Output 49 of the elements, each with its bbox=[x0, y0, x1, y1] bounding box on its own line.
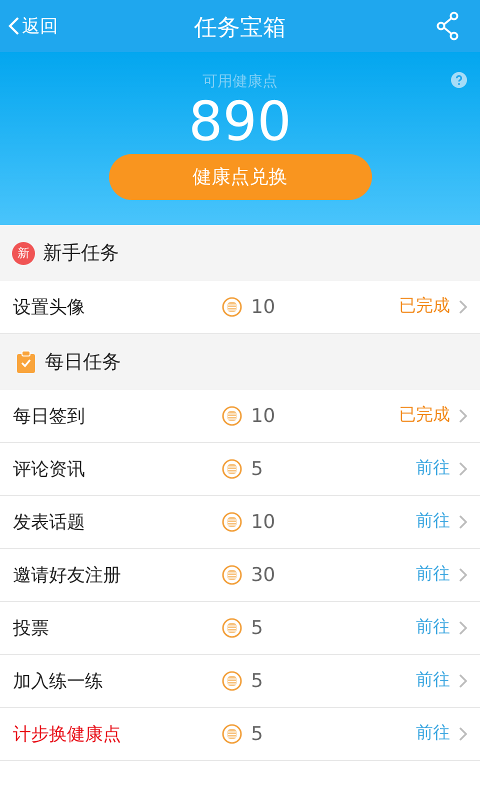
balance-label: 可用健康点 bbox=[202, 72, 278, 90]
task-status: 已完成 bbox=[399, 295, 450, 318]
points-value: 5 bbox=[251, 456, 264, 482]
section-title: 新手任务 bbox=[43, 240, 119, 266]
task-name: 邀请好友注册 bbox=[13, 564, 122, 588]
chevron-icon bbox=[458, 726, 468, 742]
task-name: 加入练一练 bbox=[13, 670, 104, 694]
chevron-icon bbox=[458, 673, 468, 689]
share-button[interactable] bbox=[436, 11, 460, 41]
points-value: 10 bbox=[251, 294, 276, 320]
points-value: 10 bbox=[251, 404, 276, 429]
task-status: 前往 bbox=[416, 563, 450, 586]
task-status: 已完成 bbox=[399, 404, 450, 428]
new-badge: 新 bbox=[12, 242, 35, 264]
points-value: 5 bbox=[251, 668, 264, 694]
coin-icon bbox=[222, 406, 242, 426]
chevron-icon bbox=[458, 299, 468, 315]
coin-icon bbox=[222, 671, 242, 691]
task-name: 评论资讯 bbox=[13, 458, 86, 482]
chevron-icon bbox=[458, 514, 468, 530]
page-title: 任务宝箱 bbox=[194, 15, 286, 41]
chevron-icon bbox=[458, 461, 468, 477]
task-status: 前往 bbox=[416, 510, 450, 534]
task-status: 前往 bbox=[416, 669, 450, 692]
chevron-icon bbox=[458, 620, 468, 636]
task-name: 设置头像 bbox=[13, 296, 86, 320]
coin-icon bbox=[222, 724, 242, 744]
coin-icon bbox=[222, 512, 242, 532]
points-value: 30 bbox=[251, 562, 276, 588]
coin-icon bbox=[222, 618, 242, 638]
help-icon[interactable] bbox=[451, 72, 467, 88]
task-status: 前往 bbox=[416, 616, 450, 640]
coin-icon bbox=[222, 459, 242, 479]
task-status: 前往 bbox=[416, 722, 450, 746]
balance-value: 890 bbox=[188, 90, 292, 153]
back-icon bbox=[8, 16, 20, 36]
task-name: 每日签到 bbox=[13, 404, 86, 428]
points-value: 10 bbox=[251, 510, 276, 535]
section-title: 每日任务 bbox=[45, 350, 121, 375]
coin-icon bbox=[222, 565, 242, 585]
points-value: 5 bbox=[251, 616, 264, 641]
chevron-icon bbox=[458, 567, 468, 583]
coin-icon bbox=[222, 297, 242, 317]
task-name: 计步换健康点 bbox=[13, 722, 122, 746]
task-name: 投票 bbox=[13, 616, 50, 640]
task-name: 发表话题 bbox=[13, 510, 86, 534]
chevron-icon bbox=[458, 408, 468, 424]
points-value: 5 bbox=[251, 722, 264, 747]
task-status: 前往 bbox=[416, 457, 450, 480]
